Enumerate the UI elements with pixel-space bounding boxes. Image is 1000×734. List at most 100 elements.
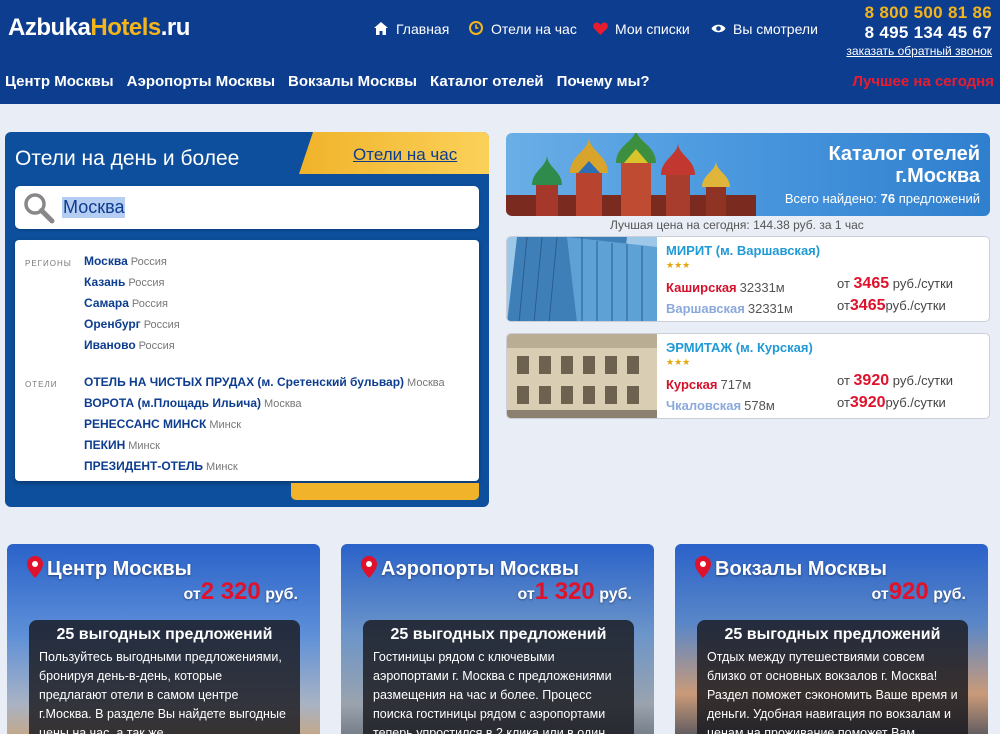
- main-nav-center[interactable]: Центр Москвы: [5, 73, 114, 90]
- nav-viewed[interactable]: Вы смотрели: [711, 21, 818, 37]
- promo-description-panel: 25 выгодных предложений Гостиницы рядом …: [363, 620, 634, 734]
- hotel-photo: [507, 334, 657, 418]
- home-icon: [374, 21, 388, 37]
- main-nav-stations[interactable]: Вокзалы Москвы: [288, 73, 417, 90]
- promo-price-currency: руб.: [265, 586, 298, 603]
- region-item[interactable]: Оренбург Россия: [84, 317, 180, 331]
- promo-price-currency: руб.: [933, 586, 966, 603]
- catalog-title-line2: г.Москва: [895, 165, 980, 187]
- tab-hourly-hotels[interactable]: Отели на час: [353, 145, 457, 165]
- hotel-suggestion[interactable]: РЕНЕССАНС МИНСК Минск: [84, 417, 241, 431]
- price-unit: руб./сутки: [892, 373, 954, 388]
- promo-title-text: Центр Москвы: [47, 558, 192, 580]
- promo-title-text: Вокзалы Москвы: [715, 558, 887, 580]
- hotel-suggestion[interactable]: ВОРОТА (м.Площадь Ильича) Москва: [84, 396, 302, 410]
- catalog-found-suffix: предложений: [898, 191, 980, 206]
- nav-my-lists[interactable]: Мои списки: [593, 21, 690, 37]
- search-input[interactable]: Москва: [15, 186, 479, 229]
- region-item[interactable]: Иваново Россия: [84, 338, 175, 352]
- region-country: Россия: [131, 298, 168, 310]
- price-from: от: [837, 276, 850, 291]
- catalog-found-count: Всего найдено: 76 предложений: [785, 191, 980, 206]
- metro-name: Каширская: [666, 280, 737, 295]
- hotel-name-link[interactable]: ЭРМИТАЖ (м. Курская): [666, 340, 813, 355]
- price-from: от: [837, 395, 850, 410]
- nav-home-label: Главная: [396, 21, 450, 37]
- price-unit: руб./сутки: [885, 298, 946, 313]
- region-item[interactable]: Казань Россия: [84, 275, 164, 289]
- price-unit: руб./сутки: [892, 276, 954, 291]
- autocomplete-dropdown: РЕГИОНЫ Москва Россия Казань Россия Самара…: [15, 240, 479, 481]
- main-nav-airports[interactable]: Аэропорты Москвы: [127, 73, 275, 90]
- metro-station-2: Варшавская 32331м: [666, 301, 793, 316]
- hotel-suggestion-city: Москва: [407, 377, 445, 389]
- promo-price-from: от: [517, 586, 535, 603]
- site-header: AzbukaHotels.ru Главная Отели на час Мои…: [0, 0, 1000, 104]
- promo-price: от1 320 руб.: [517, 578, 632, 606]
- hotel-suggestion[interactable]: ПРЕЗИДЕНТ-ОТЕЛЬ Минск: [84, 459, 238, 473]
- region-name: Самара: [84, 296, 129, 310]
- catalog-found-label: Всего найдено:: [784, 191, 878, 206]
- nav-home[interactable]: Главная: [374, 21, 449, 37]
- hotel-suggestion[interactable]: ОТЕЛЬ НА ЧИСТЫХ ПРУДАХ (м. Сретенский бу…: [84, 375, 445, 389]
- heart-icon: [593, 22, 608, 37]
- region-name: Оренбург: [84, 317, 141, 331]
- promo-price-currency: руб.: [599, 586, 632, 603]
- site-logo[interactable]: AzbukaHotels.ru: [8, 14, 190, 42]
- region-name: Казань: [84, 275, 126, 289]
- region-name: Иваново: [84, 338, 136, 352]
- logo-part-azbuka: Azbuka: [8, 14, 91, 41]
- hotel-suggestion-name: ОТЕЛЬ НА ЧИСТЫХ ПРУДАХ (м. Сретенский бу…: [84, 375, 405, 389]
- promo-text: Отдых между путешествиями совсем близко …: [707, 650, 958, 734]
- metro-distance: 717м: [720, 377, 752, 392]
- promo-title: Центр Москвы: [27, 556, 192, 584]
- promo-card-stations[interactable]: Вокзалы Москвы от920 руб. 25 выгодных пр…: [675, 544, 988, 734]
- search-input-value: Москва: [62, 197, 126, 218]
- best-today-link[interactable]: Лучшее на сегодня: [852, 73, 994, 90]
- callback-link[interactable]: заказать обратный звонок: [846, 44, 992, 58]
- catalog-found-number: 76: [880, 191, 896, 206]
- catalog-title-line1: Каталог отелей: [828, 143, 980, 165]
- hotels-heading: ОТЕЛИ: [25, 380, 58, 389]
- phone-moscow[interactable]: 8 495 134 45 67: [846, 23, 992, 43]
- main-nav-catalog[interactable]: Каталог отелей: [430, 73, 544, 90]
- hotel-card[interactable]: МИРИТ (м. Варшавская) ★★★ Каширская 32331…: [506, 236, 990, 322]
- promo-price-from: от: [183, 586, 201, 603]
- hotel-name-link[interactable]: МИРИТ (м. Варшавская): [666, 243, 820, 258]
- hotel-suggestion-city: Минск: [128, 440, 160, 452]
- catalog-banner[interactable]: Каталог отелей г.Москва Всего найдено: 7…: [506, 133, 990, 216]
- tab-daily-hotels[interactable]: Отели на день и более: [15, 147, 239, 171]
- price-line-1: от 3920 руб./сутки: [837, 372, 953, 390]
- phone-toll-free[interactable]: 8 800 500 81 86: [846, 3, 992, 23]
- contact-block: 8 800 500 81 86 8 495 134 45 67 заказать…: [846, 3, 992, 58]
- search-button[interactable]: [291, 483, 479, 500]
- promo-price-value: 1 320: [534, 578, 595, 605]
- promo-price-value: 2 320: [200, 578, 261, 605]
- location-pin-icon: [695, 556, 711, 584]
- hotel-suggestion-name: ВОРОТА (м.Площадь Ильича): [84, 396, 261, 410]
- promo-title-text: Аэропорты Москвы: [381, 558, 579, 580]
- region-country: Россия: [143, 319, 180, 331]
- hotel-card[interactable]: ЭРМИТАЖ (м. Курская) ★★★ Курская 717м Чка…: [506, 333, 990, 419]
- promo-heading: 25 выгодных предложений: [724, 626, 941, 643]
- region-item[interactable]: Москва Россия: [84, 254, 167, 268]
- nav-hourly-hotels[interactable]: Отели на час: [469, 21, 577, 37]
- eye-icon: [711, 22, 726, 36]
- main-nav-why-us[interactable]: Почему мы?: [557, 73, 650, 90]
- region-country: Россия: [128, 277, 165, 289]
- promo-price-value: 920: [888, 578, 929, 605]
- region-item[interactable]: Самара Россия: [84, 296, 168, 310]
- logo-part-hotels: Hotels: [90, 14, 161, 41]
- promo-card-center[interactable]: Центр Москвы от2 320 руб. 25 выгодных пр…: [7, 544, 320, 734]
- promo-card-airports[interactable]: Аэропорты Москвы от1 320 руб. 25 выгодны…: [341, 544, 654, 734]
- region-name: Москва: [84, 254, 128, 268]
- promo-description-panel: 25 выгодных предложений Отдых между путе…: [697, 620, 968, 734]
- hotel-suggestion[interactable]: ПЕКИН Минск: [84, 438, 160, 452]
- promo-price: от2 320 руб.: [183, 578, 298, 606]
- metro-name: Курская: [666, 377, 718, 392]
- regions-heading: РЕГИОНЫ: [25, 259, 72, 268]
- nav-my-lists-label: Мои списки: [615, 21, 690, 37]
- price-from: от: [837, 373, 850, 388]
- price-value: 3465: [849, 297, 886, 314]
- location-pin-icon: [361, 556, 377, 584]
